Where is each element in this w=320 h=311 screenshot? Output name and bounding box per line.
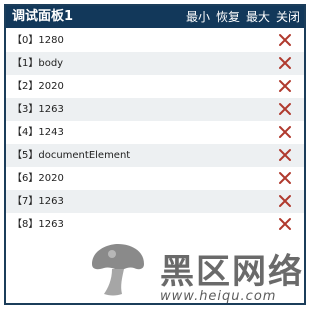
window-controls: 最小 恢复 最大 关闭 bbox=[186, 8, 300, 26]
list-item: 【7】1263 bbox=[6, 190, 304, 213]
close-x-icon[interactable] bbox=[278, 194, 292, 208]
list-item-label: 【5】documentElement bbox=[12, 150, 131, 161]
maximize-button[interactable]: 最大 bbox=[246, 8, 270, 26]
list-item: 【1】body bbox=[6, 52, 304, 75]
list-item-label: 【7】1263 bbox=[12, 196, 64, 207]
close-x-icon[interactable] bbox=[278, 217, 292, 231]
panel-title: 调试面板1 bbox=[12, 9, 74, 24]
close-x-icon[interactable] bbox=[278, 33, 292, 47]
list-item-label: 【4】1243 bbox=[12, 127, 64, 138]
close-x-icon[interactable] bbox=[278, 171, 292, 185]
debug-panel: 调试面板1 最小 恢复 最大 关闭 【0】1280 【1】body 【2】202… bbox=[4, 4, 306, 305]
list-item-label: 【3】1263 bbox=[12, 104, 64, 115]
debug-list: 【0】1280 【1】body 【2】2020 【3】1263 【4】1243 bbox=[6, 29, 304, 236]
close-x-icon[interactable] bbox=[278, 102, 292, 116]
list-item: 【3】1263 bbox=[6, 98, 304, 121]
list-item: 【4】1243 bbox=[6, 121, 304, 144]
mushroom-logo bbox=[92, 244, 144, 296]
watermark: 黑区网络 www.heiqu.com bbox=[80, 234, 304, 304]
watermark-name: 黑区网络 bbox=[160, 252, 304, 292]
restore-button[interactable]: 恢复 bbox=[216, 8, 240, 26]
close-x-icon[interactable] bbox=[278, 125, 292, 139]
list-item: 【5】documentElement bbox=[6, 144, 304, 167]
close-x-icon[interactable] bbox=[278, 56, 292, 70]
watermark-url: www.heiqu.com bbox=[160, 289, 277, 304]
close-button[interactable]: 关闭 bbox=[276, 8, 300, 26]
list-item: 【8】1263 bbox=[6, 213, 304, 236]
list-item-label: 【6】2020 bbox=[12, 173, 64, 184]
list-item: 【6】2020 bbox=[6, 167, 304, 190]
close-x-icon[interactable] bbox=[278, 148, 292, 162]
panel-titlebar[interactable]: 调试面板1 最小 恢复 最大 关闭 bbox=[6, 6, 304, 28]
close-x-icon[interactable] bbox=[278, 79, 292, 93]
list-item-label: 【1】body bbox=[12, 58, 64, 69]
list-item-label: 【2】2020 bbox=[12, 81, 64, 92]
list-item-label: 【8】1263 bbox=[12, 219, 64, 230]
list-item: 【2】2020 bbox=[6, 75, 304, 98]
list-item: 【0】1280 bbox=[6, 29, 304, 52]
minimize-button[interactable]: 最小 bbox=[186, 8, 210, 26]
list-item-label: 【0】1280 bbox=[12, 35, 64, 46]
